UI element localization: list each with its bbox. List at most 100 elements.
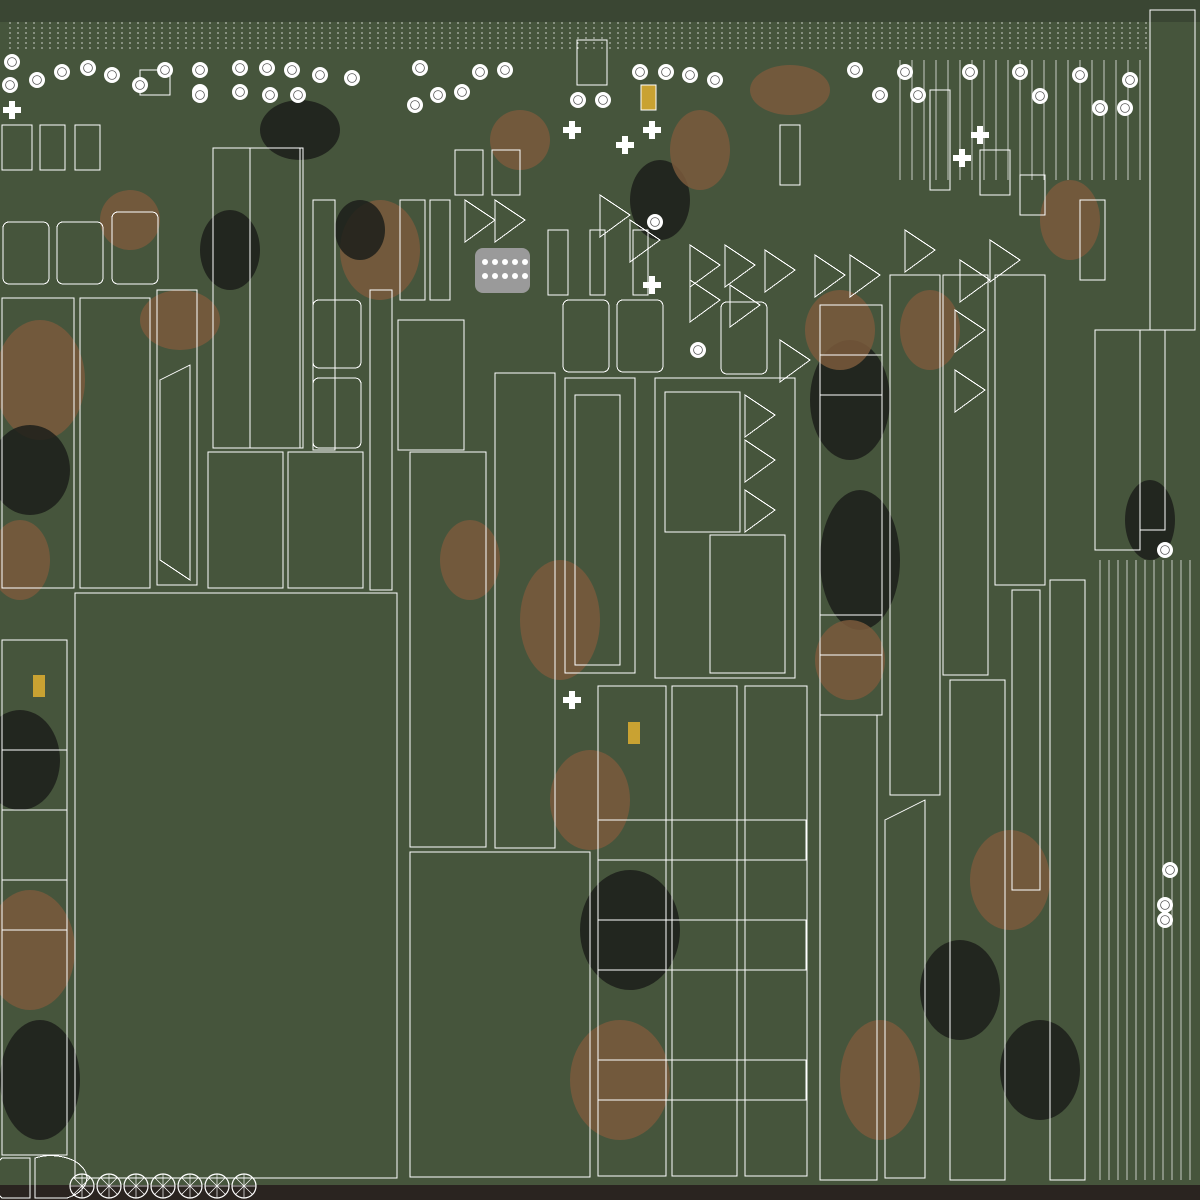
vent-column — [397, 319, 465, 451]
bolt-head-icon — [4, 54, 20, 70]
plus-bolt-icon — [643, 121, 661, 139]
small-part — [547, 229, 569, 296]
highlight-marker — [33, 675, 45, 697]
bolt-head-icon — [80, 60, 96, 76]
tri-plate — [724, 244, 756, 288]
tri-plate — [689, 279, 721, 323]
tri-plate — [744, 489, 776, 533]
long-rail — [949, 679, 1006, 1181]
bolt-head-icon — [1157, 542, 1173, 558]
wheel-icon — [150, 1173, 176, 1199]
angled-plate — [159, 364, 191, 581]
bolt-head-icon — [192, 62, 208, 78]
bolt-head-icon — [232, 84, 248, 100]
camo-blob — [840, 1020, 920, 1140]
vent-column — [312, 199, 336, 451]
bolt-head-icon — [962, 64, 978, 80]
camo-blob — [580, 870, 680, 990]
small-part — [779, 124, 801, 186]
bolt-head-icon — [1157, 897, 1173, 913]
uv-wireframe — [1, 9, 1196, 1181]
bolt-head-icon — [682, 67, 698, 83]
camo-blob — [815, 620, 885, 700]
top-strip — [0, 0, 1200, 22]
top-right-rails — [1149, 9, 1196, 331]
side-rail-b — [79, 297, 151, 589]
bolt-head-icon — [284, 62, 300, 78]
grill-panel — [56, 221, 104, 285]
camo-blob — [570, 1020, 670, 1140]
wheel-icon — [231, 1173, 257, 1199]
camo-blob — [0, 710, 60, 810]
camo-blob — [1000, 1020, 1080, 1120]
camo-blob — [0, 890, 75, 1010]
vent-column — [249, 147, 301, 449]
mesh-dot — [522, 259, 528, 265]
grill-panel — [312, 377, 362, 449]
bolt-head-icon — [192, 87, 208, 103]
camo-blob — [550, 750, 630, 850]
tri-plate — [744, 439, 776, 483]
grill-panel — [2, 221, 50, 285]
mesh-dot — [502, 273, 508, 279]
wheel-icon — [123, 1173, 149, 1199]
small-part — [429, 199, 451, 301]
vent-column — [369, 289, 393, 591]
hull-frame — [654, 377, 796, 679]
tri-plate — [954, 369, 986, 413]
track-run-b — [671, 685, 738, 1177]
highlight-marker — [640, 84, 657, 111]
bolt-head-icon — [632, 64, 648, 80]
bolt-head-icon — [658, 64, 674, 80]
grill-panel — [616, 299, 664, 373]
hull-plate-a — [664, 391, 741, 533]
bolt-head-icon — [897, 64, 913, 80]
tri-plate — [779, 339, 811, 383]
camo-blob — [805, 290, 875, 370]
hatch-panel-b — [287, 451, 364, 589]
camo-blob — [670, 110, 730, 190]
plus-bolt-icon — [3, 101, 21, 119]
camo-blob — [0, 1020, 80, 1140]
bolt-head-icon — [847, 62, 863, 78]
camo-blob — [200, 210, 260, 290]
hatch-panel-a — [207, 451, 284, 589]
bolt-head-icon — [104, 67, 120, 83]
grill-panel — [562, 299, 610, 373]
plus-bolt-icon — [616, 136, 634, 154]
camo-blob — [920, 940, 1000, 1040]
bolt-head-icon — [262, 87, 278, 103]
camo-blob — [0, 425, 70, 515]
long-rail — [994, 274, 1046, 586]
bolt-head-icon — [570, 92, 586, 108]
grill-panel — [720, 301, 768, 375]
bolt-head-icon — [344, 70, 360, 86]
highlight-marker — [628, 722, 640, 744]
mesh-dot — [512, 259, 518, 265]
bolt-head-icon — [1032, 88, 1048, 104]
small-part — [929, 89, 951, 191]
bolt-head-icon — [497, 62, 513, 78]
camo-blob — [750, 65, 830, 115]
plus-bolt-icon — [971, 126, 989, 144]
small-part — [74, 124, 101, 171]
bolt-head-icon — [412, 60, 428, 76]
plus-bolt-icon — [563, 121, 581, 139]
bolt-head-icon — [54, 64, 70, 80]
wheel-icon — [204, 1173, 230, 1199]
bolt-head-icon — [1157, 912, 1173, 928]
camo-blob — [520, 560, 600, 680]
bolt-head-icon — [157, 62, 173, 78]
bolt-head-icon — [707, 72, 723, 88]
bolt-head-icon — [259, 60, 275, 76]
camo-blob — [100, 190, 160, 250]
track-band — [597, 819, 807, 861]
bolt-head-icon — [454, 84, 470, 100]
small-part — [979, 149, 1011, 196]
tri-plate — [959, 259, 991, 303]
small-part — [576, 39, 608, 86]
camo-blob — [900, 290, 960, 370]
small-part — [39, 124, 66, 171]
wheel-icon — [177, 1173, 203, 1199]
mesh-dot — [492, 273, 498, 279]
